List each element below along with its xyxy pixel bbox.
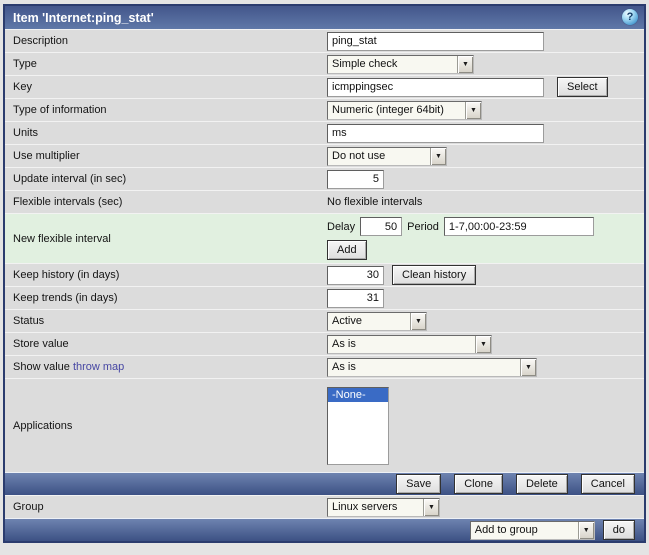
group-select-value: Linux servers [332, 501, 398, 513]
keep-history-label: Keep history (in days) [13, 269, 120, 281]
row-keep-history: Keep history (in days) Clean history [5, 263, 644, 286]
keep-trends-label: Keep trends (in days) [13, 292, 118, 304]
row-applications: Applications -None- [5, 378, 644, 472]
chevron-down-icon: ▼ [475, 335, 491, 353]
help-icon[interactable]: ? [622, 9, 638, 25]
units-label: Units [13, 127, 39, 139]
item-config-form: Item 'Internet:ping_stat' ? Description … [3, 4, 646, 543]
applications-label: Applications [13, 419, 73, 432]
row-group: Group Linux servers ▼ [5, 495, 644, 518]
keep-trends-input[interactable] [327, 288, 384, 308]
row-new-flexible-interval: New flexible interval Delay Period Add [5, 213, 644, 263]
store-value-label: Store value [13, 338, 69, 350]
type-of-information-select[interactable]: Numeric (integer 64bit) ▼ [327, 100, 482, 120]
delay-label: Delay [327, 220, 356, 233]
flexible-intervals-value: No flexible intervals [327, 196, 423, 208]
update-interval-input[interactable] [327, 169, 384, 189]
row-keep-trends: Keep trends (in days) [5, 286, 644, 309]
row-description: Description [5, 29, 644, 52]
show-value-label-text: Show value [13, 361, 70, 373]
chevron-down-icon: ▼ [410, 312, 426, 330]
row-units: Units [5, 121, 644, 144]
new-flexible-interval-label: New flexible interval [13, 232, 111, 245]
group-action-select-value: Add to group [474, 524, 538, 536]
row-update-interval: Update interval (in sec) [5, 167, 644, 190]
chevron-down-icon: ▼ [457, 55, 473, 73]
add-button[interactable]: Add [327, 240, 367, 260]
store-value-select-value: As is [332, 338, 356, 350]
use-multiplier-select[interactable]: Do not use ▼ [327, 146, 447, 166]
action-bar: Save Clone Delete Cancel [5, 472, 644, 495]
applications-listbox[interactable]: -None- [327, 386, 389, 465]
row-store-value: Store value As is ▼ [5, 332, 644, 355]
flexible-intervals-label: Flexible intervals (sec) [13, 196, 123, 208]
row-key: Key Select [5, 75, 644, 98]
period-input[interactable] [443, 217, 594, 236]
show-value-select[interactable]: As is ▼ [327, 357, 537, 377]
status-select-value: Active [332, 315, 362, 327]
key-select-button[interactable]: Select [557, 77, 608, 97]
units-input[interactable] [327, 123, 544, 143]
clone-button[interactable]: Clone [454, 474, 503, 494]
update-interval-label: Update interval (in sec) [13, 173, 127, 185]
cancel-button[interactable]: Cancel [580, 474, 635, 494]
throw-map-link[interactable]: throw map [73, 361, 124, 373]
type-of-information-label: Type of information [13, 104, 107, 116]
delay-input[interactable] [360, 217, 403, 236]
do-button[interactable]: do [602, 520, 635, 540]
row-flexible-intervals: Flexible intervals (sec) No flexible int… [5, 190, 644, 213]
applications-option-none[interactable]: -None- [328, 387, 388, 402]
use-multiplier-label: Use multiplier [13, 150, 80, 162]
chevron-down-icon: ▼ [423, 498, 439, 516]
row-type-of-information: Type of information Numeric (integer 64b… [5, 98, 644, 121]
show-value-select-value: As is [332, 361, 356, 373]
type-of-information-select-value: Numeric (integer 64bit) [332, 104, 444, 116]
type-select-value: Simple check [332, 58, 398, 70]
key-input[interactable] [327, 77, 544, 97]
page-title: Item 'Internet:ping_stat' [13, 10, 154, 25]
use-multiplier-select-value: Do not use [332, 150, 386, 162]
type-label: Type [13, 58, 37, 70]
row-status: Status Active ▼ [5, 309, 644, 332]
save-button[interactable]: Save [396, 474, 442, 494]
show-value-label: Show value throw map [5, 361, 327, 373]
status-select[interactable]: Active ▼ [327, 311, 427, 331]
type-select[interactable]: Simple check ▼ [327, 54, 474, 74]
chevron-down-icon: ▼ [430, 147, 446, 165]
row-use-multiplier: Use multiplier Do not use ▼ [5, 144, 644, 167]
period-label: Period [407, 220, 439, 233]
group-select[interactable]: Linux servers ▼ [327, 497, 440, 517]
chevron-down-icon: ▼ [577, 521, 594, 539]
footer-bar: Add to group ▼ do [5, 518, 644, 541]
chevron-down-icon: ▼ [465, 101, 481, 119]
status-label: Status [13, 315, 45, 327]
keep-history-input[interactable] [327, 265, 384, 285]
description-label: Description [13, 35, 69, 47]
store-value-select[interactable]: As is ▼ [327, 334, 492, 354]
chevron-down-icon: ▼ [520, 358, 536, 376]
row-show-value: Show value throw map As is ▼ [5, 355, 644, 378]
row-type: Type Simple check ▼ [5, 52, 644, 75]
group-label: Group [13, 501, 44, 513]
description-input[interactable] [327, 31, 544, 51]
title-bar: Item 'Internet:ping_stat' ? [5, 6, 644, 29]
clean-history-button[interactable]: Clean history [392, 265, 477, 285]
delete-button[interactable]: Delete [515, 474, 568, 494]
group-action-select[interactable]: Add to group ▼ [469, 520, 595, 540]
key-label: Key [13, 81, 32, 93]
